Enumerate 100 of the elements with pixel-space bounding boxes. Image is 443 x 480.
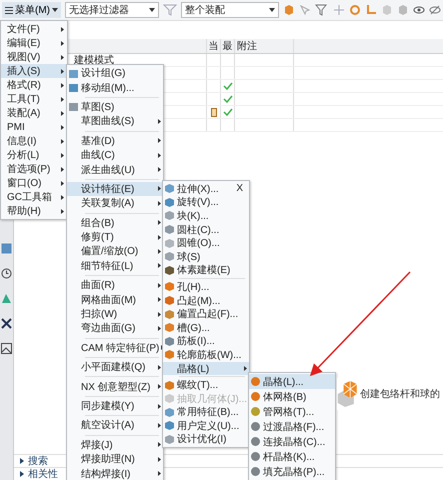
menu-item[interactable]: 同步建模(Y) bbox=[67, 398, 163, 414]
menu-item[interactable]: 关联复制(A) bbox=[67, 196, 163, 211]
menu-item[interactable]: 编辑(E) bbox=[1, 36, 67, 50]
tree-node-label[interactable]: 建模模式 bbox=[74, 53, 114, 67]
menu-item[interactable]: 文件(F) bbox=[1, 22, 67, 36]
menu-item[interactable]: 孔(H)... bbox=[163, 280, 249, 294]
cube-icon[interactable] bbox=[283, 4, 295, 16]
submenu-arrow-icon bbox=[158, 234, 161, 240]
menu-item[interactable]: 草图曲线(S) bbox=[67, 114, 163, 129]
menu-item[interactable]: 凸起(M)... bbox=[163, 294, 249, 308]
menu-item[interactable]: 连接晶格(C)... bbox=[249, 434, 335, 449]
eye-icon[interactable] bbox=[413, 4, 425, 16]
menu-item[interactable]: 窗口(O) bbox=[1, 176, 67, 190]
menu-item[interactable]: 旋转(V)... bbox=[163, 196, 249, 210]
clock-icon[interactable] bbox=[1, 268, 12, 279]
command-icon bbox=[68, 68, 79, 79]
submenu-arrow-icon bbox=[61, 138, 64, 144]
menu-item[interactable]: 过渡晶格(F)... bbox=[249, 419, 335, 434]
menu-item[interactable]: 装配(A) bbox=[1, 106, 67, 120]
submenu-arrow-icon bbox=[158, 404, 161, 408]
filter-icon[interactable] bbox=[163, 4, 178, 16]
menu-item[interactable]: 分析(L) bbox=[1, 148, 67, 162]
palette-icon[interactable] bbox=[1, 293, 12, 304]
submenu-arrow-icon bbox=[244, 366, 247, 372]
submenu-arrow-icon bbox=[158, 456, 161, 462]
menu-item[interactable]: 轮廓筋板(W)... bbox=[163, 348, 249, 362]
menu-button[interactable]: 菜单(M) bbox=[2, 2, 61, 18]
menu-item[interactable]: 扫掠(W) bbox=[67, 306, 163, 322]
menu-item[interactable]: 移动组(M)... bbox=[67, 80, 163, 95]
menu-item[interactable]: 弯边曲面(G) bbox=[67, 321, 163, 336]
column-header[interactable]: 最 bbox=[220, 39, 234, 53]
menu-item[interactable]: 细节特征(L) bbox=[67, 258, 163, 274]
menu-item[interactable]: GC工具箱 bbox=[1, 190, 67, 204]
submenu-arrow-icon bbox=[158, 220, 161, 226]
submenu-arrow-icon bbox=[158, 384, 161, 390]
selection-filter-dropdown[interactable]: 无选择过滤器 bbox=[65, 2, 160, 18]
box-icon[interactable] bbox=[381, 4, 393, 16]
menu-item[interactable]: 焊接助理(N) bbox=[67, 452, 163, 466]
menu-item[interactable]: 晶格(L)... bbox=[249, 374, 335, 389]
menu-item[interactable]: 设计优化(I) bbox=[163, 432, 249, 446]
menu-item[interactable]: 晶格(L) bbox=[163, 362, 249, 376]
pointer-icon[interactable] bbox=[299, 4, 311, 16]
menu-item[interactable]: 网格曲面(M) bbox=[67, 292, 163, 307]
column-header[interactable]: 当 bbox=[206, 39, 220, 53]
tooltip-text: 创建包络杆和球的 bbox=[360, 388, 440, 401]
menu-item[interactable]: 组合(B) bbox=[67, 216, 163, 230]
submenu-arrow-icon bbox=[158, 442, 161, 448]
menu-item[interactable]: 插入(S) bbox=[1, 64, 67, 78]
menu-item[interactable]: 结构焊接(I) bbox=[67, 466, 163, 480]
menu-item[interactable]: 曲面(R) bbox=[67, 278, 163, 292]
menu-item[interactable]: 派生曲线(U) bbox=[67, 162, 163, 177]
menu-item[interactable]: 拉伸(X)... X bbox=[163, 182, 249, 196]
menu-item[interactable]: 块(K)... bbox=[163, 209, 249, 223]
menu-item[interactable]: 筋板(I)... bbox=[163, 334, 249, 348]
menu-item[interactable]: 基准(D) bbox=[67, 134, 163, 148]
menu-item[interactable]: 管网格(T)... bbox=[249, 404, 335, 419]
menu-item[interactable]: PMI bbox=[1, 120, 67, 134]
lattice-icon bbox=[250, 421, 261, 432]
submenu-arrow-icon bbox=[61, 124, 64, 130]
menu-item[interactable]: NX 创意塑型(Z) bbox=[67, 379, 163, 394]
menu-item[interactable]: 帮助(H) bbox=[1, 204, 67, 218]
menu-item[interactable]: 偏置凸起(F)... bbox=[163, 307, 249, 321]
menu-icon bbox=[5, 6, 13, 14]
menu-item[interactable]: 填充晶格(P)... bbox=[249, 464, 335, 479]
image-icon[interactable] bbox=[1, 343, 12, 354]
submenu-arrow-icon bbox=[61, 110, 64, 116]
menu-item[interactable]: 修剪(T) bbox=[67, 230, 163, 244]
menu-item[interactable]: 草图(S) bbox=[67, 100, 163, 114]
caret-icon bbox=[52, 8, 58, 12]
menu-item[interactable]: 小平面建模(Q) bbox=[67, 360, 163, 374]
assembly-icon[interactable] bbox=[1, 243, 12, 254]
menu-item[interactable]: 体素建模(E) bbox=[163, 264, 249, 278]
menu-item[interactable]: 圆柱(C)... bbox=[163, 222, 249, 236]
column-header[interactable]: 附注 bbox=[234, 39, 294, 53]
assembly-scope-dropdown[interactable]: 整个装配 bbox=[181, 2, 279, 18]
filter-icon[interactable] bbox=[315, 4, 329, 16]
menu-item[interactable]: 槽(G)... bbox=[163, 320, 249, 335]
hidden-eye-icon[interactable] bbox=[429, 4, 441, 16]
menu-item[interactable]: 曲线(C) bbox=[67, 148, 163, 162]
menu-item[interactable]: 球(S) bbox=[163, 250, 249, 264]
submenu-arrow-icon bbox=[158, 138, 161, 144]
tools-icon[interactable] bbox=[1, 318, 12, 329]
menu-item[interactable]: 常用特征(B)... bbox=[163, 406, 249, 420]
menu-item[interactable]: 体网格(B) bbox=[249, 389, 335, 404]
menu-item[interactable]: 格式(R) bbox=[1, 78, 67, 92]
menu-item[interactable]: 工具(T) bbox=[1, 92, 67, 106]
menu-item[interactable]: 螺纹(T)... bbox=[163, 378, 249, 392]
menu-item[interactable]: 设计特征(E) bbox=[67, 182, 163, 196]
box-icon[interactable] bbox=[397, 4, 409, 16]
caret-icon bbox=[269, 8, 275, 12]
menu-item[interactable]: 首选项(P) bbox=[1, 162, 67, 176]
menu-item[interactable]: 偏置/缩放(O) bbox=[67, 244, 163, 259]
menu-item[interactable]: 用户定义(U)... bbox=[163, 419, 249, 433]
menu-item[interactable]: 航空设计(A) bbox=[67, 418, 163, 433]
menu-item[interactable]: 视图(V) bbox=[1, 50, 67, 64]
menu-item[interactable]: 焊接(J) bbox=[67, 438, 163, 452]
menu-item[interactable]: 信息(I) bbox=[1, 134, 67, 148]
axis-icon[interactable] bbox=[365, 4, 377, 16]
menu-item[interactable]: 圆锥(O)... bbox=[163, 236, 249, 250]
menu-item[interactable]: 设计组(G) bbox=[67, 66, 163, 80]
